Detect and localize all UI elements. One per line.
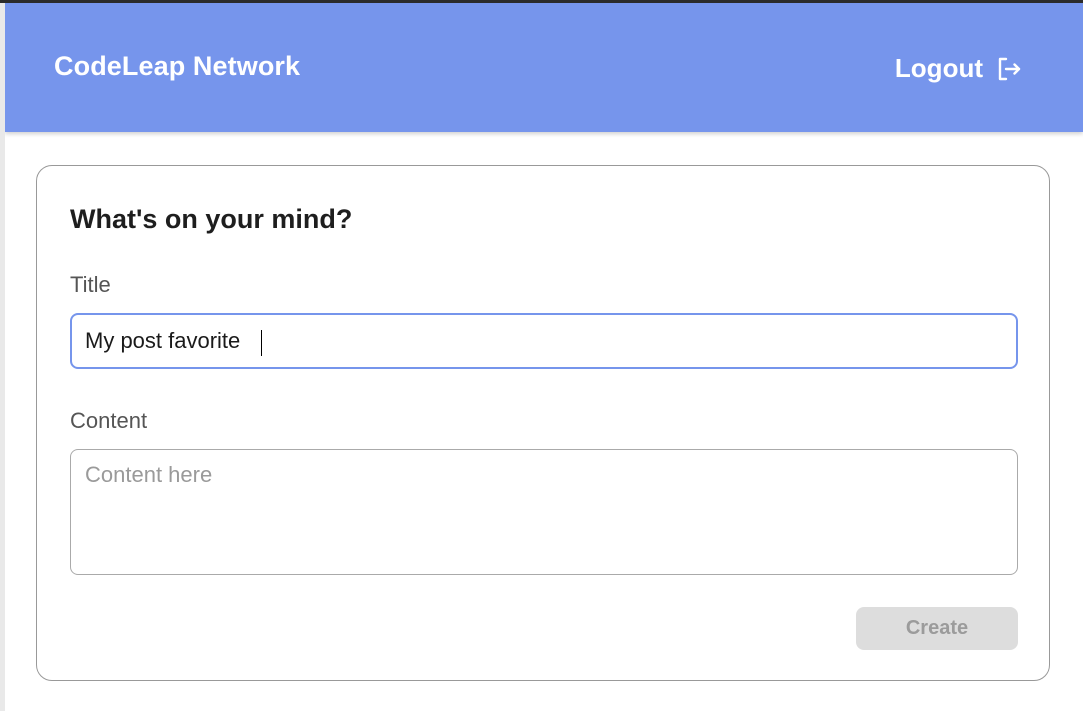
content-textarea[interactable]: [70, 449, 1018, 575]
title-input[interactable]: [70, 313, 1018, 369]
title-label: Title: [70, 272, 111, 297]
page: CodeLeap Network Logout What's on your m…: [5, 3, 1083, 711]
logout-label: Logout: [894, 53, 983, 83]
text-caret: [261, 330, 262, 356]
logout-icon: [998, 57, 1021, 80]
logout-button[interactable]: Logout: [895, 53, 1023, 84]
create-post-card: What's on your mind? Title Content Creat…: [36, 165, 1050, 681]
brand-title: CodeLeap Network: [54, 51, 301, 81]
create-button[interactable]: Create: [856, 607, 1018, 650]
content-label: Content: [70, 408, 148, 433]
form-heading: What's on your mind?: [70, 204, 353, 234]
app-header: CodeLeap Network Logout: [5, 3, 1083, 132]
